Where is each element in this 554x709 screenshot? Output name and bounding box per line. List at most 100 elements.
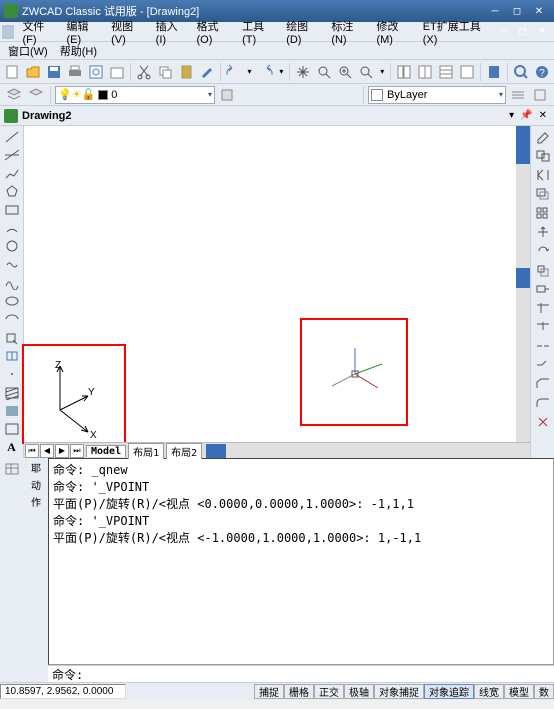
menu-insert[interactable]: 插入(I) [150,16,191,48]
status-grid[interactable]: 栅格 [284,684,314,699]
tab-pin-button[interactable]: 📌 [517,110,535,121]
scroll-thumb[interactable] [516,126,530,164]
mirror-button[interactable] [533,166,553,184]
linetype-button[interactable] [508,85,528,105]
hatch-button[interactable] [2,384,22,401]
zoom-window-button[interactable] [335,62,355,82]
layer-prev-button[interactable] [26,85,46,105]
revision-button[interactable] [2,256,22,273]
fillet-button[interactable] [533,394,553,412]
status-ortho[interactable]: 正交 [314,684,344,699]
undo-button[interactable] [224,62,244,82]
layer-dropdown[interactable]: 💡 ☀ 🔓 0 ▾ [55,86,215,104]
save-button[interactable] [44,62,64,82]
menu-view[interactable]: 视图(V) [105,16,150,48]
offset-button[interactable] [533,185,553,203]
coords-readout[interactable]: 10.8597, 2.9562, 0.0000 [0,684,126,699]
copy-button[interactable] [155,62,175,82]
tab-next-button[interactable]: ▶ [55,444,69,458]
layer-manager-button[interactable] [4,85,24,105]
stretch-button[interactable] [533,280,553,298]
rotate-button[interactable] [533,242,553,260]
tab-layout1[interactable]: 布局1 [128,443,164,459]
command-history[interactable]: 命令: _qnew 命令: '_VPOINT 平面(P)/旋转(R)/<视点 <… [48,458,554,665]
layer-state-button[interactable] [217,85,237,105]
undo-drop-button[interactable]: ▾ [244,62,254,82]
help-button[interactable]: ? [532,62,552,82]
hscroll-thumb[interactable] [206,444,226,458]
insert-button[interactable] [2,329,22,346]
vertical-scrollbar[interactable] [516,126,530,442]
doc-minimize-button[interactable]: ─ [493,24,513,40]
menu-draw[interactable]: 绘图(D) [280,16,325,48]
array-button[interactable] [533,204,553,222]
trim-button[interactable] [533,299,553,317]
menu-modify[interactable]: 修改(M) [370,16,416,48]
circle-button[interactable] [2,238,22,255]
menu-window[interactable]: 窗口(W) [2,41,54,61]
region-button[interactable] [2,421,22,438]
block-button[interactable] [2,347,22,364]
tab-prev-button[interactable]: ◀ [40,444,54,458]
status-polar[interactable]: 极轴 [344,684,374,699]
status-model[interactable]: 模型 [504,684,534,699]
pan-button[interactable] [293,62,313,82]
horizontal-scrollbar[interactable] [206,444,530,458]
open-button[interactable] [23,62,43,82]
tab-close-button[interactable]: ✕ [536,110,550,121]
scale-button[interactable] [533,261,553,279]
status-lwt[interactable]: 线宽 [474,684,504,699]
arc-button[interactable] [2,219,22,236]
tab-layout2[interactable]: 布局2 [166,443,202,459]
menu-format[interactable]: 格式(O) [190,16,236,48]
erase-button[interactable] [533,128,553,146]
status-snap[interactable]: 捕捉 [254,684,284,699]
preview-button[interactable] [86,62,106,82]
pin-button[interactable]: ▾ [506,110,517,121]
redo-drop-button[interactable]: ▾ [276,62,286,82]
print-button[interactable] [65,62,85,82]
gradient-button[interactable] [2,402,22,419]
zoom-drop-button[interactable]: ▾ [377,62,387,82]
color-dropdown[interactable]: ByLayer ▾ [368,86,506,104]
status-more[interactable]: 数 [534,684,554,699]
xline-button[interactable] [2,146,22,163]
break-button[interactable] [533,337,553,355]
extend-button[interactable] [533,318,553,336]
close-button[interactable]: ✕ [528,3,550,19]
designcenter-button[interactable] [415,62,435,82]
point-button[interactable] [2,366,22,383]
table-icon[interactable] [2,460,22,478]
properties-button[interactable] [394,62,414,82]
menu-tools[interactable]: 工具(T) [236,16,280,48]
redo-button[interactable] [255,62,275,82]
explode-button[interactable] [533,413,553,431]
restore-button[interactable]: ◻ [506,3,528,19]
lineweight-button[interactable] [530,85,550,105]
ellipsearc-button[interactable] [2,311,22,328]
sheet-button[interactable] [457,62,477,82]
menu-et[interactable]: ET扩展工具(X) [417,16,494,48]
tab-model[interactable]: Model [86,445,126,457]
spline-button[interactable] [2,274,22,291]
scroll-thumb2[interactable] [516,268,530,288]
doc-close-button[interactable]: ✕ [532,24,552,40]
rectangle-button[interactable] [2,201,22,218]
menu-help[interactable]: 帮助(H) [54,41,103,61]
ellipse-button[interactable] [2,293,22,310]
find-button[interactable] [511,62,531,82]
new-button[interactable] [2,62,22,82]
calc-button[interactable] [484,62,504,82]
copy-obj-button[interactable] [533,147,553,165]
line-button[interactable] [2,128,22,145]
publish-button[interactable] [107,62,127,82]
command-input[interactable] [87,667,554,681]
doc-restore-button[interactable]: ◻ [513,24,533,40]
polygon-button[interactable] [2,183,22,200]
chamfer-button[interactable] [533,375,553,393]
menu-dim[interactable]: 标注(N) [325,16,370,48]
cut-button[interactable] [134,62,154,82]
move-button[interactable] [533,223,553,241]
join-button[interactable] [533,356,553,374]
tab-last-button[interactable]: ⏭ [70,444,84,458]
